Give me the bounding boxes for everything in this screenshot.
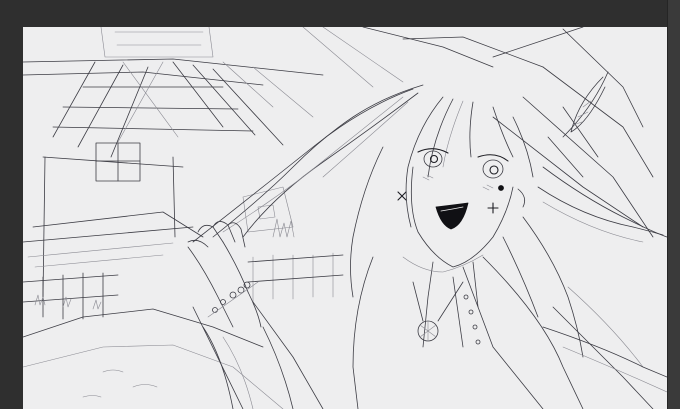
raised-hand-sketch: [187, 221, 294, 409]
hair-sketch: [192, 84, 667, 409]
right-panel-edge[interactable]: [667, 0, 680, 409]
workspace-left-margin: [0, 27, 23, 409]
drawing-app-workspace: [0, 0, 680, 409]
workspace-top-margin: [0, 0, 667, 27]
sketch-artwork: [23, 27, 667, 409]
witch-hat-sketch: [302, 27, 654, 238]
background-house-sketch: [23, 27, 344, 409]
face-sketch: [397, 148, 526, 268]
body-sketch: [352, 254, 667, 409]
drawing-canvas[interactable]: [23, 27, 667, 409]
